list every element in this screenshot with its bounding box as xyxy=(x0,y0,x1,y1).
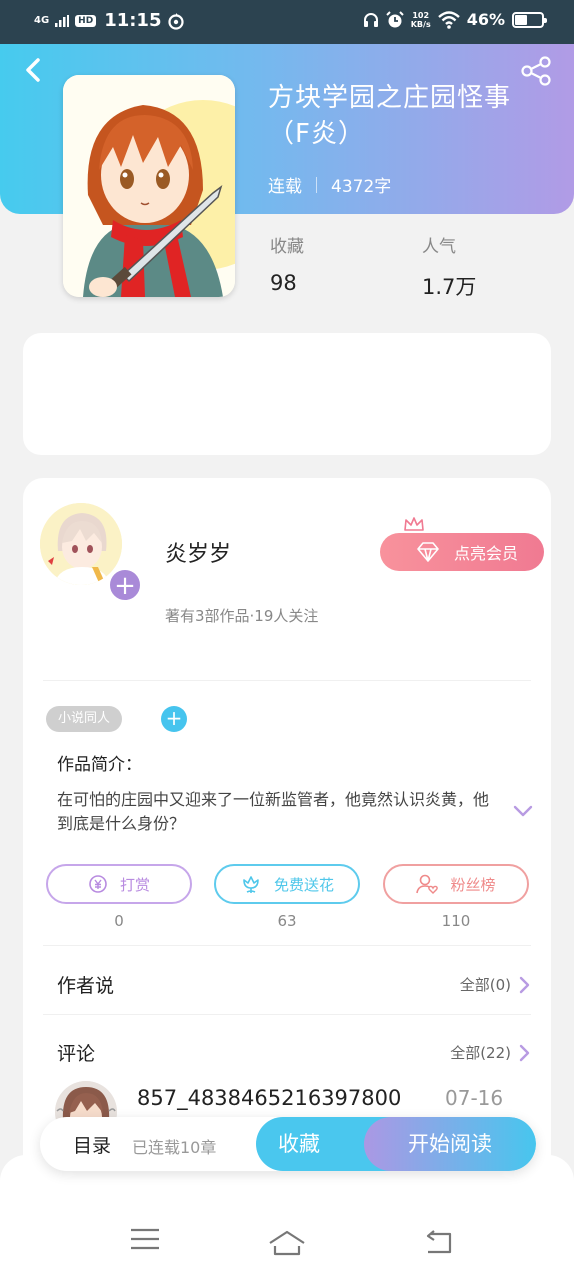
book-meta: 连载 4372字 xyxy=(268,172,391,197)
meta-divider xyxy=(316,176,317,193)
comment-date: 07-16 xyxy=(445,1086,504,1110)
menu-icon[interactable] xyxy=(130,1228,160,1250)
chevron-right-icon xyxy=(519,976,530,993)
vip-button-label: 点亮会员 xyxy=(453,544,518,563)
follow-author-button[interactable]: + xyxy=(108,568,142,602)
fan-count: 110 xyxy=(441,912,471,930)
diamond-icon xyxy=(417,542,439,562)
stat-label: 收藏 xyxy=(270,237,304,257)
author-meta: 著有3部作品·19人关注 xyxy=(165,607,319,625)
chevron-down-icon[interactable] xyxy=(513,804,533,818)
genre-tag[interactable]: 小说同人 xyxy=(46,706,123,732)
tip-label: 打赏 xyxy=(119,875,150,894)
author-says-count: 全部(0) xyxy=(459,976,511,994)
add-tag-button[interactable]: + xyxy=(161,706,187,732)
divider xyxy=(43,680,531,681)
book-cover[interactable] xyxy=(63,75,235,297)
flower-count: 63 xyxy=(277,912,297,930)
back-arrow-icon[interactable] xyxy=(18,54,48,86)
status-bar: 4G HD 11:15 102 KB/s 46% xyxy=(0,0,574,44)
book-status: 连载 xyxy=(268,177,302,197)
net-speed-value: 102 xyxy=(412,10,430,20)
system-nav-bar xyxy=(0,1155,574,1280)
user-heart-icon xyxy=(416,874,439,894)
book-detail-card: + 炎岁岁 著有3部作品·19人关注 点亮会员 小说同人 + 作品简介： 在可怕… xyxy=(23,478,551,1198)
divider xyxy=(43,945,531,946)
author-avatar[interactable] xyxy=(40,503,122,585)
chapter-count: 已连载10章 xyxy=(132,1138,217,1157)
catalog-button[interactable]: 目录 xyxy=(73,1131,111,1158)
comments-title: 评论 xyxy=(57,1043,96,1065)
alarm-icon xyxy=(386,10,404,27)
chevron-right-icon xyxy=(519,1044,530,1061)
app-notification-icon xyxy=(168,12,185,30)
send-flower-label: 免费送花 xyxy=(273,875,334,894)
clock: 11:15 xyxy=(104,10,162,31)
stat-label: 人气 xyxy=(422,237,456,257)
intro-title: 作品简介： xyxy=(57,755,142,775)
crown-icon xyxy=(404,517,424,531)
send-flower-button[interactable]: 免费送花 xyxy=(214,864,360,904)
net-speed-unit: KB/s xyxy=(410,19,431,29)
battery-fill xyxy=(515,14,527,25)
bottom-action-bar: 目录 已连载10章 收藏 开始阅读 xyxy=(40,1117,536,1171)
signal-bars-icon xyxy=(55,14,70,27)
net-speed: 102 KB/s xyxy=(411,11,431,29)
battery-percent: 46% xyxy=(466,10,505,29)
start-reading-button[interactable]: 开始阅读 xyxy=(364,1117,536,1171)
stat-popularity: 人气 1.7万 xyxy=(422,232,476,301)
home-icon[interactable] xyxy=(268,1230,306,1256)
author-says-title: 作者说 xyxy=(57,975,115,997)
flower-icon xyxy=(243,876,259,893)
comments-more[interactable]: 全部(22) xyxy=(450,1042,531,1063)
cover-illustration xyxy=(63,75,235,297)
stat-favorites: 收藏 98 xyxy=(270,232,304,295)
signal-indicator: 4G xyxy=(34,14,50,26)
book-title: 方块学园之庄园怪事（F炎） xyxy=(268,83,512,149)
activate-vip-button[interactable]: 点亮会员 xyxy=(380,533,544,571)
author-avatar-image xyxy=(40,503,122,585)
wifi-icon xyxy=(437,10,460,29)
fan-ranking-button[interactable]: 粉丝榜 xyxy=(383,864,529,904)
tip-button[interactable]: 打赏 xyxy=(46,864,192,904)
headphones-icon xyxy=(363,12,378,27)
coin-icon xyxy=(89,875,107,893)
author-says-more[interactable]: 全部(0) xyxy=(460,974,531,995)
comments-count: 全部(22) xyxy=(450,1044,511,1062)
fan-ranking-label: 粉丝榜 xyxy=(450,875,496,894)
battery-icon xyxy=(512,11,547,28)
ad-placeholder-card xyxy=(23,333,551,455)
stat-value: 98 xyxy=(270,271,297,295)
commenter-username[interactable]: 857_4838465216397800 xyxy=(137,1086,401,1110)
tip-count: 0 xyxy=(114,912,124,930)
author-name[interactable]: 炎岁岁 xyxy=(165,536,231,568)
divider xyxy=(43,1014,531,1015)
stat-value: 1.7万 xyxy=(422,275,477,299)
book-word-count: 4372字 xyxy=(331,177,392,197)
intro-text: 在可怕的庄园中又迎来了一位新监管者，他竟然认识炎黄，他到底是什么身份？ xyxy=(57,790,490,833)
back-nav-icon[interactable] xyxy=(422,1230,452,1254)
hd-badge: HD xyxy=(75,14,97,27)
